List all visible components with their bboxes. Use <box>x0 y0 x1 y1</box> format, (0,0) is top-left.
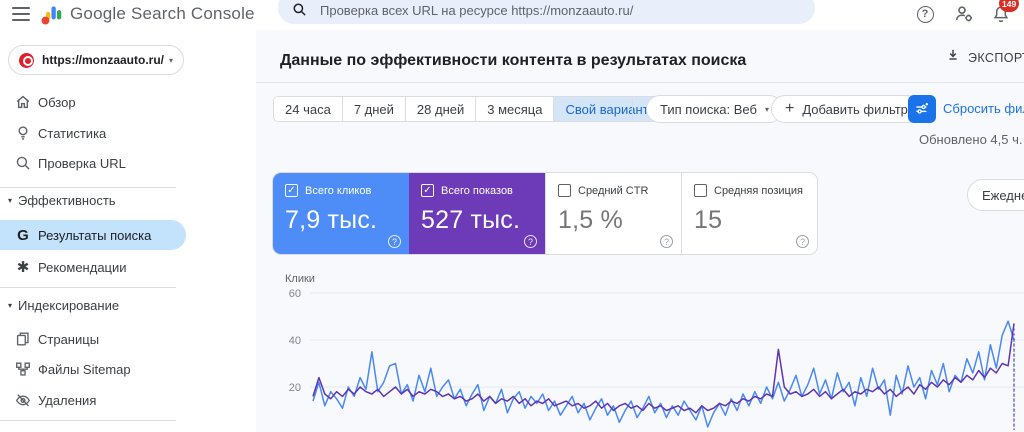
sidebar-item-label: Обзор <box>38 94 76 110</box>
sidebar-item-label: Страницы <box>38 331 100 347</box>
sidebar-item-recommendations[interactable]: ✱ Рекомендации <box>0 252 200 282</box>
checkbox-unchecked-icon[interactable] <box>694 184 707 197</box>
y-tick-label: 40 <box>289 335 301 347</box>
sidebar-divider <box>0 187 176 188</box>
property-url: https://monzaauto.ru/ <box>42 53 164 67</box>
metric-card-average-ctr[interactable]: Средний CTR 1,5 % ? <box>545 173 681 254</box>
help-icon[interactable]: ? <box>796 235 809 248</box>
chart-series-line <box>312 320 1015 428</box>
sidebar-item-sitemaps[interactable]: Файлы Sitemap <box>0 354 200 384</box>
tune-icon <box>916 103 928 114</box>
search-console-logo[interactable] <box>40 2 64 31</box>
date-range-28d[interactable]: 28 дней <box>405 97 477 121</box>
help-icon[interactable]: ? <box>388 235 401 248</box>
filter-tune-button[interactable] <box>908 95 936 123</box>
chevron-down-icon: ▾ <box>168 55 173 65</box>
metric-label: Всего кликов <box>305 184 372 197</box>
section-performance[interactable]: ▾ Эффективность <box>0 191 116 209</box>
user-settings-icon[interactable] <box>953 3 975 25</box>
metric-label: Всего показов <box>441 184 513 197</box>
sidebar-item-url-inspection[interactable]: Проверка URL <box>0 148 200 178</box>
menu-icon[interactable] <box>12 7 30 21</box>
reset-filters-link[interactable]: Сбросить фильтры <box>943 101 1024 116</box>
section-indexing[interactable]: ▾ Индексирование <box>0 296 119 314</box>
sidebar-divider <box>0 287 176 288</box>
metric-label: Средняя позиция <box>714 184 803 197</box>
url-inspection-searchbar[interactable] <box>278 0 815 24</box>
insights-bulb-icon <box>14 124 32 142</box>
sidebar-item-search-results[interactable]: G Результаты поиска <box>0 220 186 250</box>
metric-card-average-position[interactable]: Средняя позиция 15 ? <box>681 173 817 254</box>
sidebar-item-pages[interactable]: Страницы <box>0 324 200 354</box>
sidebar-item-removals[interactable]: Удаления <box>0 385 200 415</box>
export-button[interactable]: ЭКСПОРТИРОВАТЬ <box>945 47 1024 68</box>
pages-icon <box>14 330 32 348</box>
url-inspection-magnifier-icon <box>14 154 32 172</box>
page-title: Данные по эффективности контента в резул… <box>280 52 747 69</box>
granularity-button[interactable]: Ежедневно <box>967 179 1024 211</box>
collapse-triangle-icon: ▾ <box>8 300 13 310</box>
chevron-down-icon: ▾ <box>764 104 769 114</box>
date-range-24h[interactable]: 24 часа <box>274 97 343 121</box>
date-range-7d[interactable]: 7 дней <box>342 97 406 121</box>
metric-cards: ✓ Всего кликов 7,9 тыс. ? ✓ Всего показо… <box>273 173 817 254</box>
property-favicon <box>19 52 34 68</box>
property-selector[interactable]: https://monzaauto.ru/ ▾ <box>8 45 184 75</box>
collapse-triangle-icon: ▾ <box>8 195 13 205</box>
gsc-window: Google Search Console ? 149 https://monz <box>0 0 1024 432</box>
google-g-icon: G <box>17 226 29 244</box>
metric-label: Средний CTR <box>578 184 649 197</box>
checkbox-checked-icon[interactable]: ✓ <box>421 184 434 197</box>
sidebar-divider <box>0 420 176 421</box>
y-tick-label: 20 <box>289 382 301 394</box>
main-content: Данные по эффективности контента в резул… <box>256 30 1024 432</box>
notification-count-badge[interactable]: 149 <box>999 0 1020 12</box>
plus-icon: + <box>785 100 795 117</box>
sidebar-item-label: Статистика <box>38 125 107 141</box>
section-label: Индексирование <box>18 297 120 313</box>
add-filter-chip[interactable]: + Добавить фильтр <box>771 95 922 123</box>
y-tick-label: 60 <box>289 288 301 300</box>
sidebar-item-label: Результаты поиска <box>38 227 152 243</box>
export-label: ЭКСПОРТИРОВАТЬ <box>968 50 1024 65</box>
topbar: Google Search Console ? 149 <box>0 0 1024 30</box>
search-input[interactable] <box>320 0 790 20</box>
sidebar-item-label: Файлы Sitemap <box>38 361 131 377</box>
sidebar-item-insights[interactable]: Статистика <box>0 118 200 148</box>
sitemap-icon <box>14 360 32 378</box>
help-icon[interactable]: ? <box>914 3 936 25</box>
download-icon <box>945 47 961 68</box>
home-icon <box>14 93 32 111</box>
metric-value: 1,5 % <box>558 206 623 234</box>
sidebar-item-overview[interactable]: Обзор <box>0 87 200 117</box>
metric-value: 15 <box>694 206 723 234</box>
removals-eye-off-icon <box>14 391 32 409</box>
metric-value: 527 тыс. <box>421 206 521 234</box>
checkbox-checked-icon[interactable]: ✓ <box>285 184 298 197</box>
help-icon[interactable]: ? <box>524 235 537 248</box>
sidebar-item-label: Удаления <box>38 392 97 408</box>
divider <box>256 82 1024 83</box>
metric-card-total-impressions[interactable]: ✓ Всего показов 527 тыс. ? <box>409 173 545 254</box>
search-icon <box>292 2 307 22</box>
date-range-3m[interactable]: 3 месяца <box>476 97 555 121</box>
metric-card-total-clicks[interactable]: ✓ Всего кликов 7,9 тыс. ? <box>273 173 409 254</box>
vertical-divider <box>632 98 633 120</box>
updated-timestamp: Обновлено 4,5 ч. назад <box>919 132 1024 147</box>
performance-line-chart[interactable]: 60 40 20 <box>273 270 1024 432</box>
sidebar-item-label: Рекомендации <box>38 259 127 275</box>
date-range-group: 24 часа 7 дней 28 дней 3 месяца Свой вар… <box>273 96 672 122</box>
help-icon[interactable]: ? <box>660 235 673 248</box>
metric-value: 7,9 тыс. <box>285 206 378 234</box>
recommendations-asterisk-icon: ✱ <box>16 259 30 276</box>
app-title: Google Search Console <box>70 4 255 23</box>
section-label: Эффективность <box>18 192 116 208</box>
sidebar: https://monzaauto.ru/ ▾ Обзор Статистика… <box>0 30 256 432</box>
checkbox-unchecked-icon[interactable] <box>558 184 571 197</box>
search-type-filter-chip[interactable]: Тип поиска: Веб ▾ <box>646 95 783 123</box>
sidebar-item-label: Проверка URL <box>38 155 126 171</box>
